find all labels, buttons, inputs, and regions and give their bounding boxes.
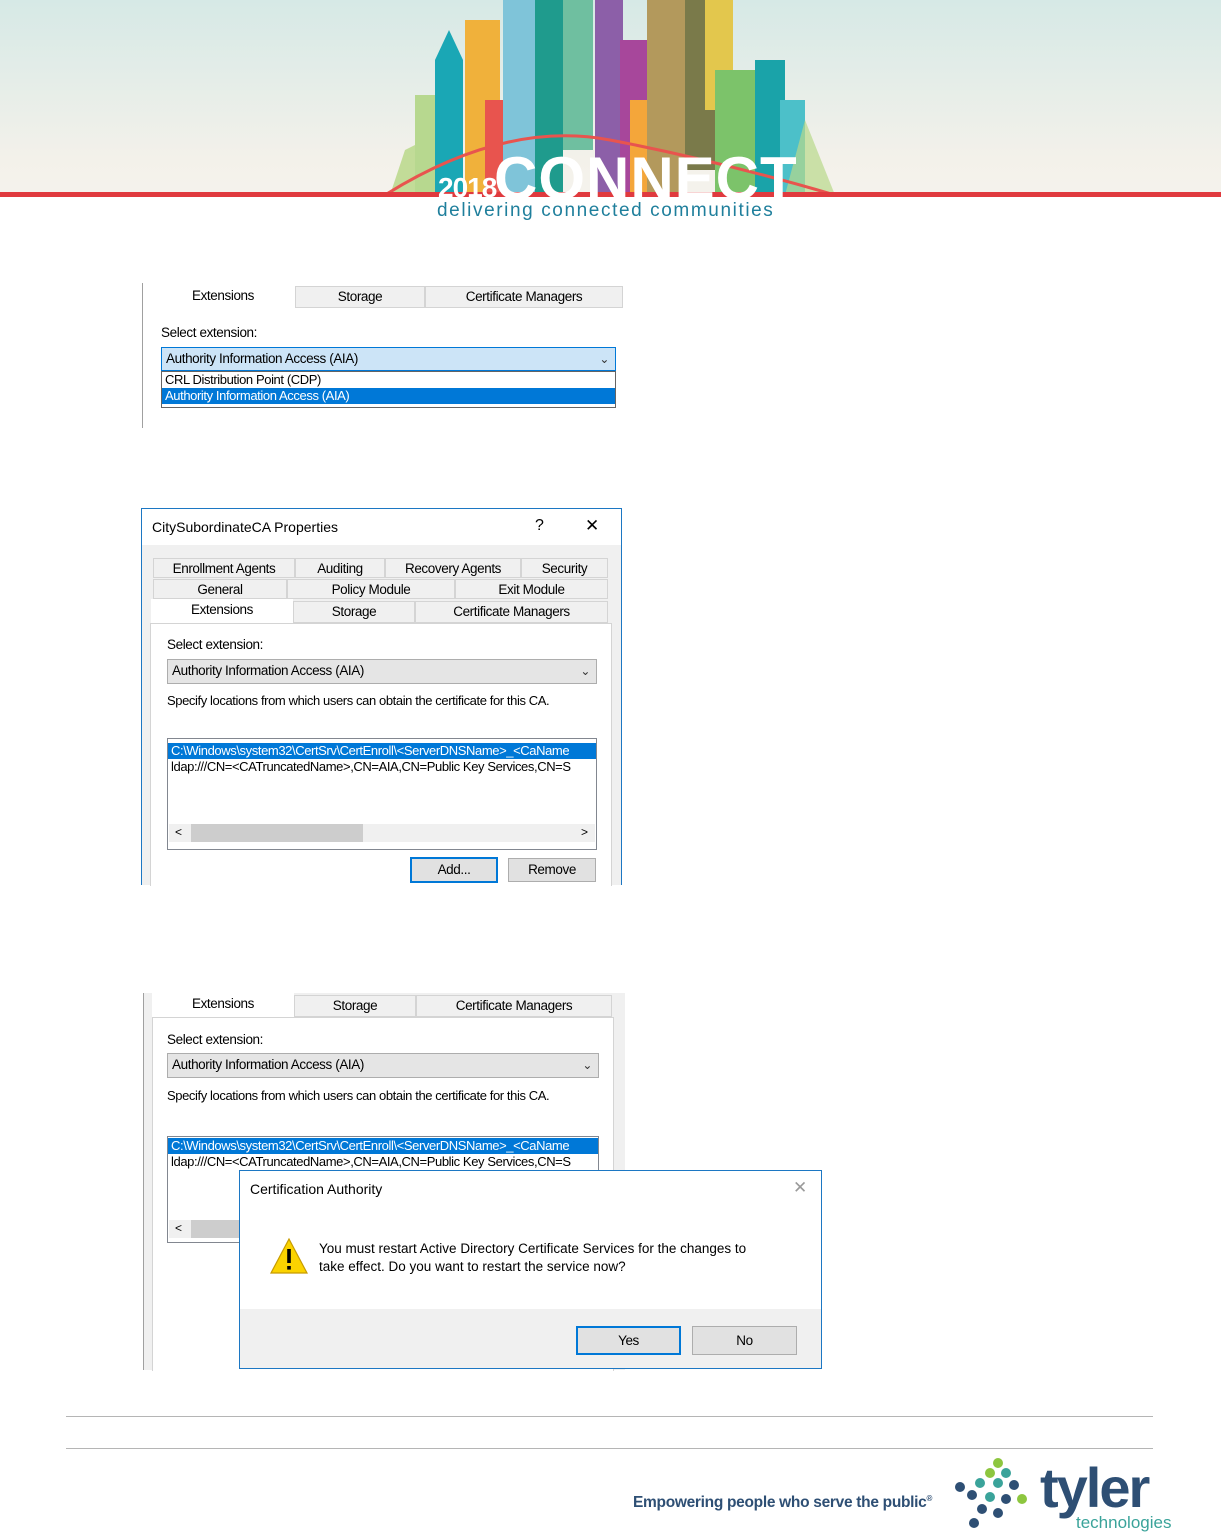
tab-exit-module[interactable]: Exit Module: [455, 579, 608, 599]
remove-button[interactable]: Remove: [508, 858, 596, 882]
scrollbar-thumb[interactable]: [191, 824, 363, 842]
tab-certificate-managers[interactable]: Certificate Managers: [425, 286, 623, 308]
tab-security[interactable]: Security: [521, 558, 608, 578]
locations-description: Specify locations from which users can o…: [167, 693, 550, 708]
tab-extensions[interactable]: Extensions: [152, 285, 294, 309]
yes-button[interactable]: Yes: [576, 1326, 681, 1355]
extension-combobox[interactable]: Authority Information Access (AIA) ⌄: [167, 659, 597, 684]
warning-icon: [270, 1237, 308, 1274]
chevron-down-icon[interactable]: ⌄: [599, 348, 609, 370]
extension-combobox[interactable]: Authority Information Access (AIA) ⌄: [161, 347, 616, 371]
dropdown-option[interactable]: CRL Distribution Point (CDP): [162, 372, 615, 388]
location-item[interactable]: ldap:///CN=<CATruncatedName>,CN=AIA,CN=P…: [168, 759, 596, 775]
tab-auditing[interactable]: Auditing: [295, 558, 385, 578]
tab-storage[interactable]: Storage: [293, 601, 415, 623]
restart-confirm-dialog: Certification Authority ✕ You must resta…: [239, 1170, 822, 1369]
tab-enrollment-agents[interactable]: Enrollment Agents: [153, 558, 295, 578]
extension-dropdown-list[interactable]: CRL Distribution Point (CDP) Authority I…: [161, 371, 616, 408]
chevron-down-icon[interactable]: ⌄: [580, 660, 590, 682]
footer-rule-top: [66, 1416, 1153, 1417]
no-button[interactable]: No: [692, 1326, 797, 1355]
screenshot-extension-dropdown: Extensions Storage Certificate Managers …: [142, 283, 624, 428]
horizontal-scrollbar[interactable]: < >: [169, 824, 595, 842]
select-extension-label: Select extension:: [167, 637, 264, 652]
tab-storage[interactable]: Storage: [294, 995, 416, 1017]
tab-recovery-agents[interactable]: Recovery Agents: [385, 558, 521, 578]
location-item[interactable]: ldap:///CN=<CATruncatedName>,CN=AIA,CN=P…: [168, 1154, 598, 1170]
scroll-left-icon[interactable]: <: [175, 1221, 182, 1235]
tab-extensions[interactable]: Extensions: [151, 599, 293, 623]
extension-combobox[interactable]: Authority Information Access (AIA) ⌄: [167, 1053, 599, 1078]
location-item-selected[interactable]: C:\Windows\system32\CertSrv\CertEnroll\<…: [168, 1138, 598, 1154]
window-title: CitySubordinateCA Properties: [152, 519, 338, 535]
select-extension-label: Select extension:: [161, 325, 258, 340]
combobox-value: Authority Information Access (AIA): [166, 351, 358, 366]
ca-properties-window: CitySubordinateCA Properties ? ✕ Enrollm…: [141, 508, 622, 886]
location-item-selected[interactable]: C:\Windows\system32\CertSrv\CertEnroll\<…: [168, 743, 596, 759]
tyler-logo-icon: [955, 1458, 1027, 1528]
tab-extensions[interactable]: Extensions: [152, 993, 294, 1017]
tab-storage[interactable]: Storage: [295, 286, 425, 308]
footer-slogan: Empowering people who serve the public®: [633, 1494, 933, 1512]
combobox-value: Authority Information Access (AIA): [172, 663, 364, 678]
dialog-title: Certification Authority: [250, 1181, 383, 1197]
tab-general[interactable]: General: [153, 579, 287, 599]
dialog-message-line1: You must restart Active Directory Certif…: [319, 1241, 747, 1256]
dropdown-option-selected[interactable]: Authority Information Access (AIA): [162, 388, 615, 404]
add-button[interactable]: Add...: [410, 857, 498, 883]
close-icon[interactable]: ✕: [793, 1178, 807, 1198]
tab-certificate-managers[interactable]: Certificate Managers: [415, 601, 608, 623]
scroll-right-icon[interactable]: >: [581, 825, 588, 839]
close-icon[interactable]: ✕: [585, 516, 599, 536]
combobox-value: Authority Information Access (AIA): [172, 1057, 364, 1072]
footer-rule-bottom: [66, 1448, 1153, 1449]
locations-description: Specify locations from which users can o…: [167, 1088, 550, 1103]
help-icon[interactable]: ?: [535, 517, 544, 535]
tyler-wordmark: tyler: [1040, 1456, 1150, 1519]
dialog-message-line2: take effect. Do you want to restart the …: [319, 1259, 626, 1274]
conference-tagline: delivering connected communities: [437, 200, 775, 221]
chevron-down-icon[interactable]: ⌄: [582, 1054, 592, 1076]
select-extension-label: Select extension:: [167, 1032, 264, 1047]
tyler-wordmark-sub: technologies: [1076, 1513, 1172, 1532]
tab-certificate-managers[interactable]: Certificate Managers: [416, 995, 612, 1017]
tab-policy-module[interactable]: Policy Module: [287, 579, 455, 599]
scroll-left-icon[interactable]: <: [175, 825, 182, 839]
